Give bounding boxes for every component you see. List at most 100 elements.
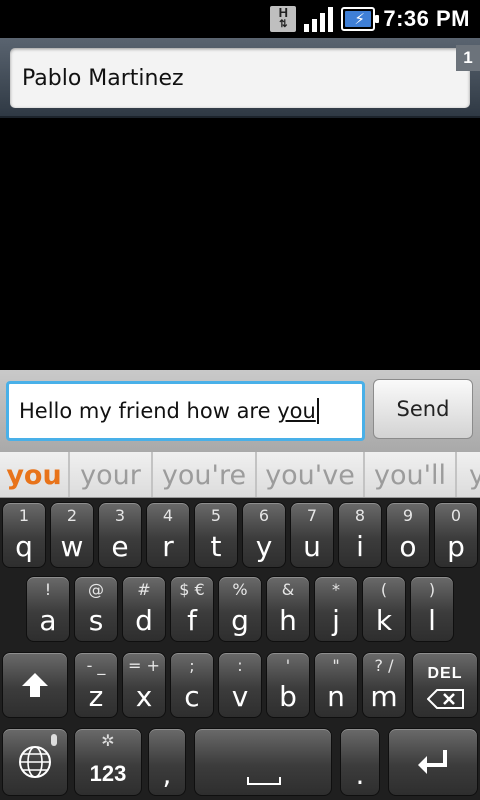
key-alt-label: 6	[258, 506, 270, 525]
key-alt-label: '	[285, 656, 291, 675]
status-icons: H ⇅ ⚡ 7:36 PM	[270, 4, 470, 34]
suggestion-item[interactable]: y	[457, 452, 480, 497]
key-j[interactable]: * j	[314, 576, 358, 642]
key-p[interactable]: 0p	[434, 502, 478, 568]
key-alt-label: 5	[210, 506, 222, 525]
key-label: i	[356, 530, 364, 563]
key-alt-label: )	[428, 580, 436, 599]
key-alt-label: :	[237, 656, 243, 675]
key-n[interactable]: " n	[314, 652, 358, 718]
keyboard: 1q 2w 3e 4r 5t 6y 7u 8i 9o 0p ! a @ s # d $…	[0, 498, 480, 800]
period-label: .	[355, 758, 365, 791]
key-u[interactable]: 7u	[290, 502, 334, 568]
suggestion-item[interactable]: you're	[153, 452, 257, 497]
key-label: f	[187, 604, 197, 637]
key-h[interactable]: & h	[266, 576, 310, 642]
key-y[interactable]: 6y	[242, 502, 286, 568]
key-label: s	[88, 604, 104, 637]
message-text: Hello my friend how are	[19, 399, 278, 423]
backspace-icon	[426, 689, 465, 713]
key-label: r	[162, 530, 174, 563]
key-z[interactable]: - _ z	[74, 652, 118, 718]
key-f[interactable]: $ € f	[170, 576, 214, 642]
suggestion-item[interactable]: you'll	[365, 452, 457, 497]
language-key[interactable]	[2, 728, 68, 796]
suggestion-item[interactable]: your	[70, 452, 153, 497]
key-r[interactable]: 4r	[146, 502, 190, 568]
key-l[interactable]: ) l	[410, 576, 454, 642]
key-v[interactable]: :v	[218, 652, 262, 718]
key-label: w	[60, 530, 84, 563]
key-alt-label: 3	[114, 506, 126, 525]
key-alt-label: 1	[18, 506, 30, 525]
key-alt-label: #	[137, 580, 151, 599]
send-button[interactable]: Send	[373, 379, 473, 439]
key-alt-label: *	[332, 580, 340, 599]
enter-key[interactable]	[388, 728, 478, 796]
key-label: v	[231, 680, 249, 713]
key-label: l	[428, 604, 436, 637]
key-c[interactable]: ; c	[170, 652, 214, 718]
space-bar-icon	[247, 777, 281, 785]
key-alt-label: !	[44, 580, 52, 599]
key-label: q	[15, 530, 33, 563]
composing-word: you	[277, 399, 316, 423]
key-i[interactable]: 8i	[338, 502, 382, 568]
key-t[interactable]: 5t	[194, 502, 238, 568]
suggestion-item[interactable]: you	[0, 452, 70, 497]
key-a[interactable]: ! a	[26, 576, 70, 642]
comma-key[interactable]: ,	[148, 728, 186, 796]
key-q[interactable]: 1q	[2, 502, 46, 568]
key-alt-label: ? /	[374, 656, 394, 675]
delete-key[interactable]: DEL	[412, 652, 478, 718]
space-key[interactable]	[194, 728, 332, 796]
suggestion-item[interactable]: you've	[257, 452, 365, 497]
key-alt-label: (	[380, 580, 388, 599]
key-label: e	[111, 530, 129, 563]
key-alt-label: @	[88, 580, 104, 599]
key-alt-label: 4	[162, 506, 174, 525]
key-label: c	[184, 680, 200, 713]
key-b[interactable]: ' b	[266, 652, 310, 718]
battery-charging-icon: ⚡	[341, 7, 380, 31]
key-label: x	[135, 680, 153, 713]
symbols-key[interactable]: ✲ 123	[74, 728, 142, 796]
gear-icon: ✲	[101, 731, 115, 750]
key-alt-label: %	[232, 580, 248, 599]
key-label: k	[375, 604, 393, 637]
recipient-count-badge: 1	[456, 45, 480, 71]
globe-icon	[3, 729, 67, 795]
key-label: g	[231, 604, 249, 637]
key-label: h	[279, 604, 297, 637]
key-label: u	[303, 530, 321, 563]
recipient-bar: Pablo Martinez 1	[0, 38, 480, 118]
network-type-label: H	[278, 5, 289, 20]
key-label: d	[135, 604, 153, 637]
key-e[interactable]: 3e	[98, 502, 142, 568]
comma-label: ,	[162, 758, 172, 791]
key-label: y	[255, 530, 273, 563]
key-x[interactable]: = + x	[122, 652, 166, 718]
key-w[interactable]: 2w	[50, 502, 94, 568]
suggestion-strip: you your you're you've you'll y	[0, 452, 480, 498]
key-d[interactable]: # d	[122, 576, 166, 642]
key-m[interactable]: ? / m	[362, 652, 406, 718]
key-label: t	[210, 530, 222, 563]
text-cursor	[316, 398, 319, 424]
message-input[interactable]: Hello my friend how are you	[6, 381, 365, 441]
key-k[interactable]: (k	[362, 576, 406, 642]
recipient-field[interactable]: Pablo Martinez	[10, 48, 470, 108]
key-label: z	[88, 680, 104, 713]
symbols-label: 123	[89, 761, 127, 786]
key-g[interactable]: % g	[218, 576, 262, 642]
period-key[interactable]: .	[340, 728, 380, 796]
enter-arrow-icon	[389, 729, 477, 795]
key-label: p	[447, 530, 465, 563]
key-s[interactable]: @ s	[74, 576, 118, 642]
key-alt-label: ;	[189, 656, 195, 675]
key-o[interactable]: 9o	[386, 502, 430, 568]
key-alt-label: 0	[450, 506, 462, 525]
key-label: o	[399, 530, 417, 563]
key-alt-label: 7	[306, 506, 318, 525]
shift-key[interactable]	[2, 652, 68, 718]
